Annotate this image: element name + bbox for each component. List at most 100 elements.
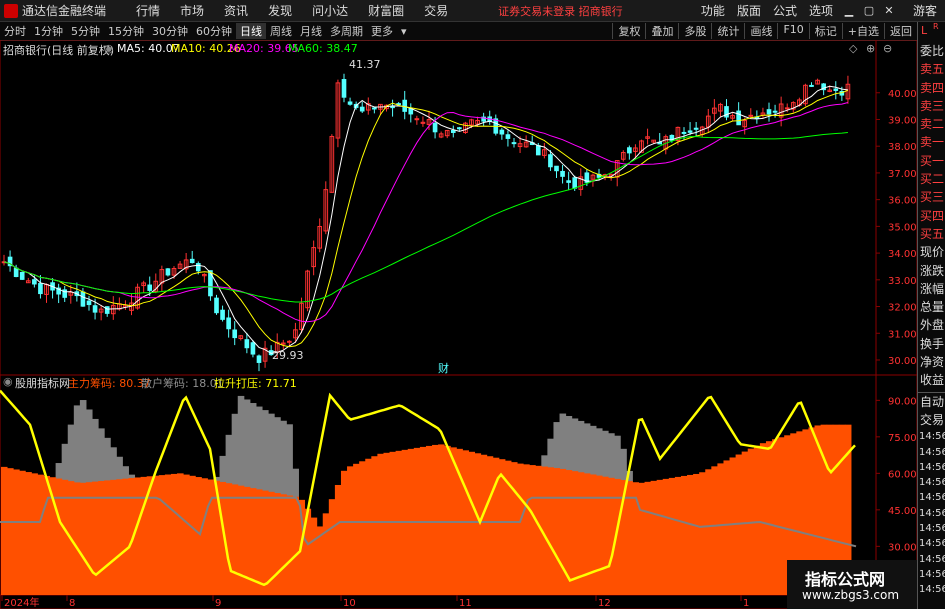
financial-report-marker[interactable]: 财 bbox=[438, 360, 449, 376]
chart-canvas[interactable]: 40.00 39.00 38.00 37.00 36.00 35.00 34.00 33.00… bbox=[0, 40, 917, 609]
sidebar-item[interactable]: 买三 bbox=[918, 188, 945, 206]
menu-layout[interactable]: 版面 bbox=[737, 2, 761, 19]
back-button[interactable]: 返回 bbox=[884, 23, 917, 39]
close-icon[interactable]: ✕ bbox=[879, 4, 899, 17]
menu-options[interactable]: 选项 bbox=[809, 2, 833, 19]
sidebar-item[interactable]: 总量 bbox=[918, 298, 945, 316]
sidebar-item[interactable]: 收益 bbox=[918, 371, 945, 389]
watermark-title: 指标公式网 bbox=[805, 570, 886, 589]
candle-body bbox=[195, 263, 201, 272]
sidebar-r-icon[interactable]: R bbox=[933, 22, 939, 31]
period-tab-1m[interactable]: 1分钟 bbox=[30, 23, 67, 39]
zoom-in-icon[interactable]: ⊕ bbox=[866, 42, 875, 55]
main-chips-bar bbox=[25, 472, 32, 595]
menu-quotes[interactable]: 行情 bbox=[136, 2, 160, 19]
period-tab-week[interactable]: 周线 bbox=[266, 23, 296, 39]
sidebar-item[interactable]: 卖三 bbox=[918, 97, 945, 115]
sidebar-item[interactable]: 换手 bbox=[918, 335, 945, 353]
main-chips-bar bbox=[377, 453, 384, 595]
menu-trade[interactable]: 交易 bbox=[424, 2, 448, 19]
price-tick-label: 37.00 bbox=[888, 169, 917, 180]
sidebar-item[interactable]: 委比 bbox=[918, 42, 945, 60]
maximize-icon[interactable]: ▢ bbox=[859, 4, 879, 17]
menu-market[interactable]: 市场 bbox=[180, 2, 204, 19]
menu-formula[interactable]: 公式 bbox=[773, 2, 797, 19]
period-tab-day[interactable]: 日线 bbox=[236, 23, 266, 39]
chart-toggle-icon[interactable]: ◉ bbox=[104, 42, 114, 55]
time-tick-label: 8 bbox=[69, 598, 75, 609]
tick-time: 14:56 bbox=[919, 523, 945, 535]
sidebar-item[interactable]: 涨跌 bbox=[918, 262, 945, 280]
sidebar-item[interactable]: 涨幅 bbox=[918, 280, 945, 298]
price-tick-label: 35.00 bbox=[888, 222, 917, 233]
login-warning[interactable]: 证券交易未登录 招商银行 bbox=[498, 3, 623, 19]
candle-body bbox=[833, 88, 839, 91]
sidebar-item[interactable]: 卖四 bbox=[918, 79, 945, 97]
sidebar-item[interactable]: 卖二 bbox=[918, 115, 945, 133]
f10-button[interactable]: F10 bbox=[777, 23, 808, 39]
menu-ask[interactable]: 问小达 bbox=[312, 2, 348, 19]
auto-trade-label[interactable]: 自动交易 bbox=[918, 391, 945, 430]
main-chips-bar bbox=[164, 474, 172, 595]
indicator-toggle-icon[interactable]: ◉ bbox=[3, 375, 13, 388]
sidebar-item[interactable]: 买一 bbox=[918, 152, 945, 170]
more-chevron-icon[interactable]: ▾ bbox=[397, 25, 411, 38]
mark-button[interactable]: 标记 bbox=[808, 23, 842, 39]
main-chips-bar bbox=[43, 475, 51, 595]
menu-wealth[interactable]: 财富圈 bbox=[368, 2, 404, 19]
indicator-name[interactable]: 股朋指标网 bbox=[15, 375, 70, 391]
period-tab-5m[interactable]: 5分钟 bbox=[67, 23, 104, 39]
sidebar-item[interactable]: 卖五 bbox=[918, 60, 945, 78]
main-chips-bar bbox=[523, 464, 530, 595]
candle-body bbox=[165, 268, 171, 276]
main-chips-bar bbox=[262, 490, 269, 595]
main-chips-bar bbox=[608, 477, 615, 595]
sidebar-item[interactable]: 买四 bbox=[918, 207, 945, 225]
restore-rights-button[interactable]: 复权 bbox=[612, 23, 645, 39]
main-chips-bar bbox=[322, 513, 330, 595]
main-chips-bar bbox=[529, 465, 536, 595]
minimize-icon[interactable]: ▁ bbox=[839, 4, 859, 17]
tick-time: 14:56 bbox=[919, 492, 945, 504]
sidebar-item[interactable]: 卖一 bbox=[918, 133, 945, 151]
tick-time: 14:56 bbox=[919, 477, 945, 489]
sidebar-item[interactable]: 净资 bbox=[918, 353, 945, 371]
multi-stock-button[interactable]: 多股 bbox=[678, 23, 711, 39]
add-watchlist-button[interactable]: +自选 bbox=[841, 23, 884, 39]
candle-body bbox=[450, 129, 456, 133]
stats-button[interactable]: 统计 bbox=[711, 23, 744, 39]
sidebar-item[interactable]: 外盘 bbox=[918, 316, 945, 334]
menu-function[interactable]: 功能 bbox=[701, 2, 725, 19]
main-chips-bar bbox=[662, 478, 670, 595]
sidebar-item[interactable]: 买五 bbox=[918, 225, 945, 243]
period-tab-more[interactable]: 更多 bbox=[367, 23, 397, 39]
main-chips-bar bbox=[753, 445, 761, 595]
sidebar-item[interactable]: 现价 bbox=[918, 243, 945, 261]
period-tab-multi[interactable]: 多周期 bbox=[326, 23, 367, 39]
main-chips-bar bbox=[201, 478, 208, 595]
app-logo-icon bbox=[4, 3, 18, 18]
menu-discover[interactable]: 发现 bbox=[268, 2, 292, 19]
period-tab-60m[interactable]: 60分钟 bbox=[192, 23, 236, 39]
period-tab-30m[interactable]: 30分钟 bbox=[148, 23, 192, 39]
main-chips-bar bbox=[668, 477, 676, 595]
period-tab-month[interactable]: 月线 bbox=[296, 23, 326, 39]
sidebar-level-icon[interactable]: L bbox=[921, 24, 927, 37]
main-chips-bar bbox=[0, 466, 8, 595]
moving-average-lines bbox=[3, 85, 849, 354]
sidebar-item[interactable]: 买二 bbox=[918, 170, 945, 188]
main-chips-bar bbox=[729, 457, 737, 595]
candle-body bbox=[372, 107, 377, 110]
main-chips-bar bbox=[7, 468, 14, 595]
period-tab-15m[interactable]: 15分钟 bbox=[104, 23, 148, 39]
price-tick-label: 31.00 bbox=[888, 329, 917, 340]
overlay-button[interactable]: 叠加 bbox=[645, 23, 678, 39]
diamond-icon[interactable]: ◇ bbox=[849, 42, 857, 55]
zoom-out-icon[interactable]: ⊖ bbox=[883, 42, 892, 55]
period-tab-tick[interactable]: 分时 bbox=[0, 23, 30, 39]
main-chips-bar bbox=[286, 495, 293, 595]
main-chips-bar bbox=[389, 451, 397, 595]
draw-line-button[interactable]: 画线 bbox=[744, 23, 777, 39]
menu-news[interactable]: 资讯 bbox=[224, 2, 248, 19]
guest-user[interactable]: 游客 bbox=[913, 2, 937, 19]
